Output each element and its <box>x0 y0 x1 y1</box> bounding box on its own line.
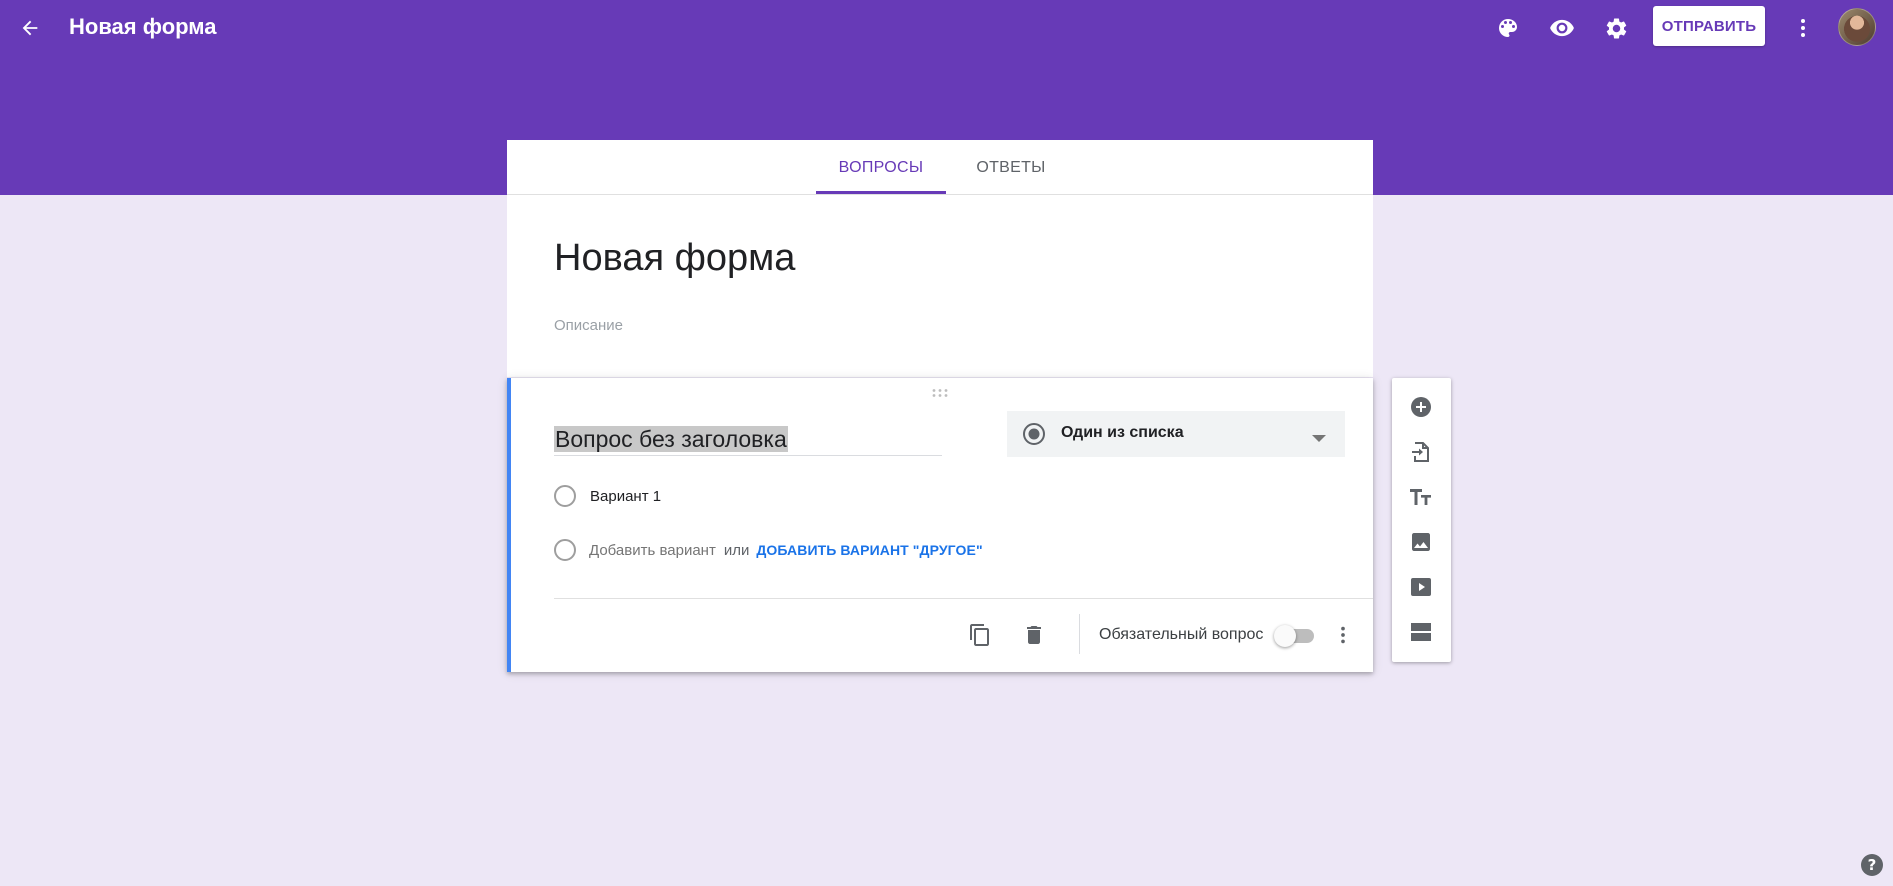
form-description-input[interactable]: Описание <box>554 317 623 334</box>
gear-icon[interactable] <box>1599 11 1633 45</box>
drag-handle-icon[interactable] <box>931 385 949 403</box>
duplicate-icon[interactable] <box>963 618 997 652</box>
required-label: Обязательный вопрос <box>1099 626 1264 643</box>
palette-icon[interactable] <box>1491 11 1525 45</box>
question-type-label: Один из списка <box>1061 424 1184 441</box>
add-question-icon[interactable] <box>1404 390 1438 424</box>
add-option-input[interactable]: Добавить вариант <box>589 542 716 559</box>
more-vert-icon[interactable] <box>1786 11 1820 45</box>
add-option-row: Добавить вариант или ДОБАВИТЬ ВАРИАНТ "Д… <box>554 536 983 564</box>
image-icon[interactable] <box>1404 525 1438 559</box>
active-card-indicator <box>507 378 511 672</box>
active-tab-indicator <box>816 191 946 194</box>
send-button[interactable]: ОТПРАВИТЬ <box>1653 6 1765 46</box>
footer-separator <box>1079 614 1080 654</box>
question-title-input[interactable]: Вопрос без заголовка <box>554 424 942 456</box>
option-label-input[interactable]: Вариант 1 <box>590 488 661 505</box>
tabs-bar: ВОПРОСЫ ОТВЕТЫ <box>507 140 1373 195</box>
back-arrow-icon[interactable] <box>14 12 46 44</box>
question-more-vert-icon[interactable] <box>1326 618 1360 652</box>
question-type-select[interactable]: Один из списка <box>1007 411 1345 457</box>
svg-text:?: ? <box>1868 856 1877 874</box>
radio-checked-icon <box>1022 422 1046 451</box>
video-icon[interactable] <box>1404 570 1438 604</box>
chevron-down-icon <box>1312 430 1326 448</box>
app-title: Новая форма <box>69 14 217 39</box>
question-card[interactable]: Вопрос без заголовка Один из списка Вари… <box>507 378 1373 672</box>
trash-icon[interactable] <box>1017 618 1051 652</box>
eye-icon[interactable] <box>1545 11 1579 45</box>
or-text: или <box>723 541 750 559</box>
tab-responses[interactable]: ОТВЕТЫ <box>956 140 1066 195</box>
required-toggle[interactable] <box>1274 624 1314 648</box>
toggle-thumb <box>1274 625 1296 647</box>
section-icon[interactable] <box>1404 615 1438 649</box>
import-questions-icon[interactable] <box>1404 435 1438 469</box>
tab-questions[interactable]: ВОПРОСЫ <box>816 140 946 195</box>
avatar[interactable] <box>1838 8 1876 46</box>
help-icon[interactable]: ? <box>1859 852 1885 878</box>
side-toolbar <box>1392 378 1451 662</box>
option-row: Вариант 1 <box>554 482 661 510</box>
question-title-text: Вопрос без заголовка <box>554 426 788 452</box>
form-header-card: Новая форма Описание <box>507 195 1373 377</box>
radio-unchecked-icon <box>554 539 576 561</box>
footer-divider <box>554 598 1373 599</box>
add-other-option-link[interactable]: ДОБАВИТЬ ВАРИАНТ "ДРУГОЕ" <box>756 542 982 558</box>
radio-unchecked-icon <box>554 485 576 507</box>
title-text-icon[interactable] <box>1404 480 1438 514</box>
form-title-input[interactable]: Новая форма <box>554 235 795 281</box>
